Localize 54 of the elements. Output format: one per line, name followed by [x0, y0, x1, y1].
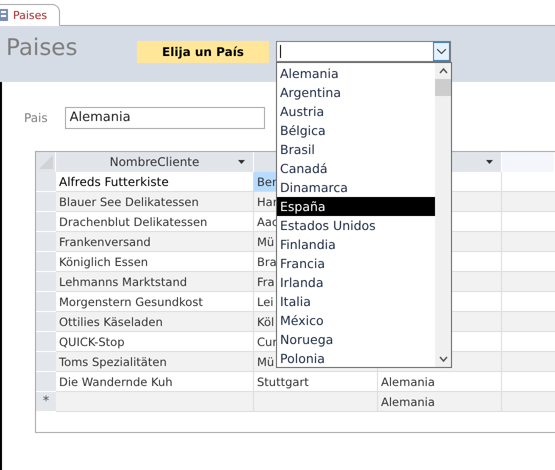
table-filler — [502, 272, 555, 292]
sort-caret-icon[interactable] — [486, 160, 493, 164]
table-cell: Morgenstern Gesundkost — [56, 292, 254, 312]
table-cell: Lehmanns Marktstand — [56, 272, 254, 292]
row-selector[interactable] — [36, 292, 56, 312]
table-filler — [502, 192, 555, 212]
table-cell: Alemania — [378, 392, 502, 412]
scrollbar[interactable] — [435, 63, 451, 367]
table-cell: QUICK-Stop — [56, 332, 254, 352]
row-selector[interactable] — [36, 172, 56, 192]
row-selector[interactable] — [36, 332, 56, 352]
row-selector[interactable] — [36, 252, 56, 272]
table-cell: Drachenblut Delikatessen — [56, 212, 254, 232]
scroll-thumb[interactable] — [435, 79, 451, 96]
list-item[interactable]: Argentina — [277, 83, 435, 102]
row-selector[interactable] — [36, 312, 56, 332]
country-field[interactable]: Alemania — [64, 107, 265, 129]
row-selector[interactable] — [36, 372, 56, 392]
row-selector[interactable] — [36, 212, 56, 232]
table-cell: Königlich Essen — [56, 252, 254, 272]
list-item[interactable]: Austria — [277, 102, 435, 121]
row-selector[interactable] — [36, 232, 56, 252]
sort-caret-icon[interactable] — [238, 160, 245, 164]
select-all-corner[interactable] — [36, 152, 56, 172]
text-cursor — [280, 45, 281, 58]
form-tab[interactable]: Paises — [0, 4, 60, 26]
list-item[interactable]: Bélgica — [277, 121, 435, 140]
table-cell: Alemania — [378, 372, 502, 392]
new-row-marker: * — [36, 392, 56, 412]
list-item[interactable]: Brasil — [277, 140, 435, 159]
list-item[interactable]: Alemania — [277, 64, 435, 83]
list-item[interactable]: España — [277, 197, 435, 216]
table-cell: Die Wandernde Kuh — [56, 372, 254, 392]
table-filler — [502, 352, 555, 372]
field-label: Pais — [24, 111, 48, 125]
table-cell: Alfreds Futterkiste — [56, 172, 254, 192]
row-selector[interactable] — [36, 192, 56, 212]
country-combo[interactable] — [276, 41, 451, 62]
table-cell: Frankenversand — [56, 232, 254, 252]
form-title: Paises — [6, 34, 78, 62]
table-filler — [502, 232, 555, 252]
prompt-label: Elija un País — [137, 41, 269, 63]
row-selector[interactable] — [36, 352, 56, 372]
table-cell: Toms Spezialitäten — [56, 352, 254, 372]
row-selector[interactable] — [36, 272, 56, 292]
table-cell: Stuttgart — [254, 372, 378, 392]
chevron-down-icon — [437, 49, 446, 54]
table-filler — [502, 392, 555, 412]
column-header[interactable]: NombreCliente — [56, 152, 254, 172]
table-filler — [502, 312, 555, 332]
dropdown-button[interactable] — [433, 42, 450, 61]
form-icon — [0, 9, 8, 21]
table-cell: Ottilies Käseladen — [56, 312, 254, 332]
table-cell: Blauer See Delikatessen — [56, 192, 254, 212]
